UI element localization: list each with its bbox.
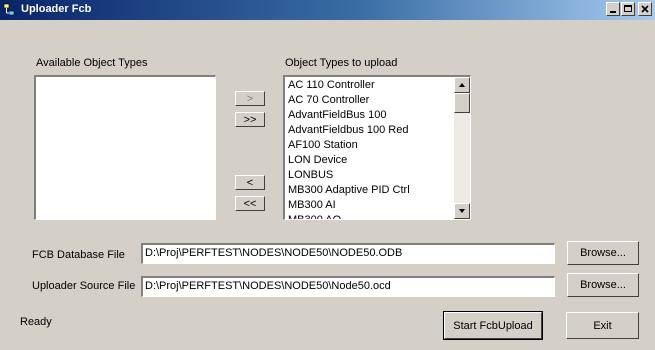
list-item[interactable]: MB300 Adaptive PID Ctrl [287,183,452,198]
uploader-window: Uploader Fcb Available Object Types > >>… [0,0,655,350]
fcb-database-field[interactable]: D:\Proj\PERFTEST\NODES\NODE50\NODE50.ODB [141,243,555,264]
scroll-up-button[interactable] [454,77,470,93]
maximize-icon [624,5,632,12]
list-item[interactable]: LONBUS [287,168,452,183]
window-title: Uploader Fcb [21,3,92,15]
add-all-button[interactable]: >> [235,112,265,127]
scroll-down-button[interactable] [454,203,470,219]
list-item[interactable]: MB300 AO [287,213,452,219]
close-icon [641,5,649,13]
source-file-field[interactable]: D:\Proj\PERFTEST\NODES\NODE50\Node50.ocd [141,276,555,297]
upload-types-label: Object Types to upload [285,57,398,69]
list-item[interactable]: AdvantFieldbus 100 Red [287,123,452,138]
fcb-database-browse-button[interactable]: Browse... [567,241,639,265]
list-item[interactable]: MB300 AI [287,198,452,213]
remove-one-button[interactable]: < [235,175,265,190]
remove-all-button[interactable]: << [235,196,265,211]
available-types-items [38,78,197,219]
list-item[interactable]: LON Device [287,153,452,168]
list-item[interactable]: AC 70 Controller [287,93,452,108]
list-item[interactable]: AF100 Station [287,138,452,153]
maximize-button[interactable] [621,2,635,16]
exit-button[interactable]: Exit [566,312,639,339]
upload-types-items: AC 110 Controller AC 70 Controller AdvantF… [287,78,452,219]
source-file-browse-button[interactable]: Browse... [567,273,639,297]
arrow-up-icon [459,83,465,87]
minimize-button[interactable] [606,2,620,16]
app-icon [3,2,19,18]
available-types-label: Available Object Types [36,57,148,69]
minimize-icon [610,11,616,13]
add-one-button[interactable]: > [235,91,265,106]
close-button[interactable] [638,2,652,16]
arrow-down-icon [459,209,465,213]
upload-list-scrollbar[interactable] [454,77,470,219]
upload-types-list[interactable]: AC 110 Controller AC 70 Controller AdvantF… [283,75,471,220]
start-upload-button[interactable]: Start FcbUpload [443,311,543,340]
status-text: Ready [20,316,52,328]
scroll-thumb[interactable] [454,93,470,113]
list-item[interactable]: AdvantFieldBus 100 [287,108,452,123]
source-file-label: Uploader Source File [32,280,136,292]
title-bar[interactable]: Uploader Fcb [0,0,655,20]
fcb-database-label: FCB Database File [32,249,125,261]
list-item[interactable]: AC 110 Controller [287,78,452,93]
available-types-list[interactable] [34,75,216,220]
